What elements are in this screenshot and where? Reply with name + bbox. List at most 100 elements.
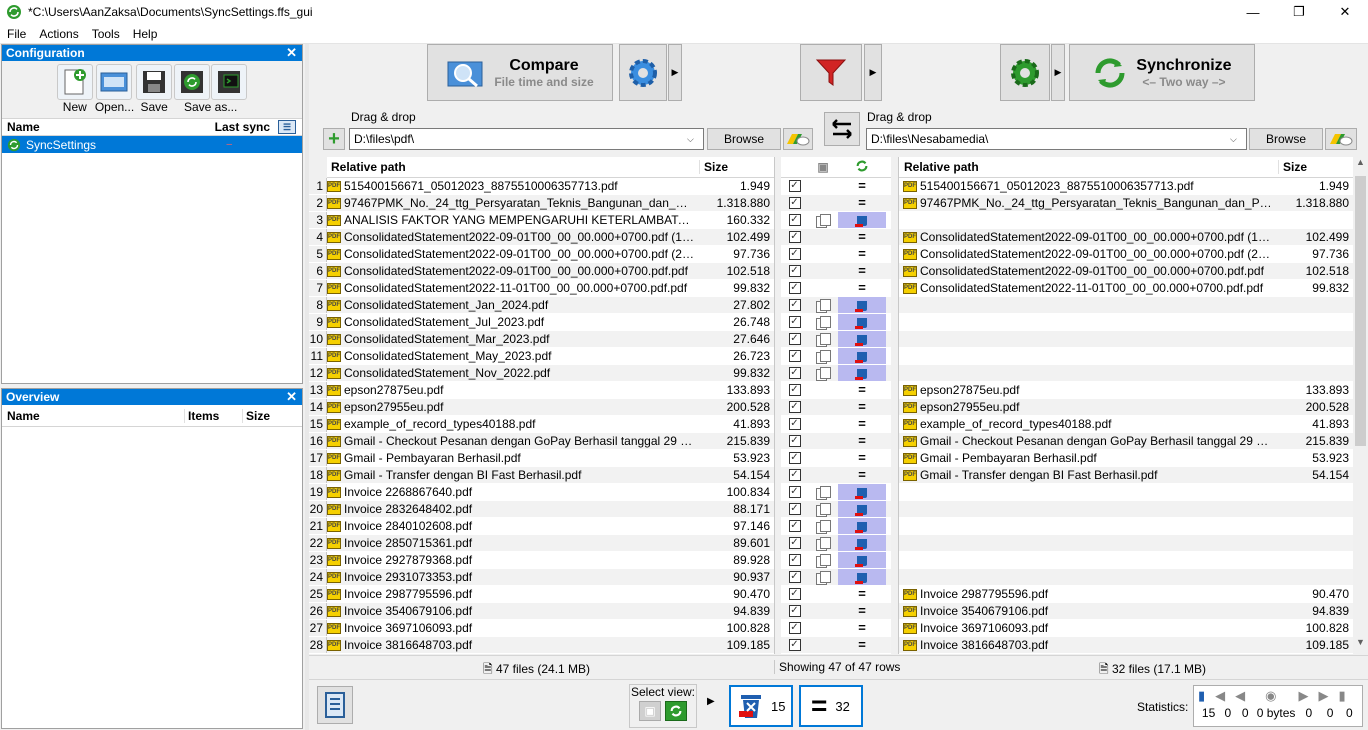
- action-row[interactable]: ✓ =: [781, 229, 891, 246]
- table-row[interactable]: PDF epson27875eu.pdf 133.893: [899, 382, 1353, 399]
- sync-action-cell[interactable]: =: [838, 263, 886, 279]
- action-row[interactable]: ✓: [781, 348, 891, 365]
- action-row[interactable]: ✓: [781, 552, 891, 569]
- list-options-icon[interactable]: ☰: [278, 120, 296, 134]
- table-row[interactable]: PDF Invoice 3816648703.pdf 109.185: [899, 637, 1353, 654]
- sync-action-cell[interactable]: =: [838, 195, 886, 211]
- sync-action-cell[interactable]: [838, 331, 886, 347]
- view-category-icon[interactable]: ▣: [639, 701, 661, 721]
- action-row[interactable]: ✓: [781, 297, 891, 314]
- table-row[interactable]: [899, 552, 1353, 569]
- left-folder-path[interactable]: D:\files\pdf\ ⌵: [349, 128, 704, 150]
- save-as-button[interactable]: Save as...: [174, 64, 248, 118]
- table-row[interactable]: [899, 501, 1353, 518]
- table-row[interactable]: 26 PDF Invoice 3540679106.pdf 94.839: [309, 603, 774, 620]
- table-row[interactable]: [899, 331, 1353, 348]
- sync-action-cell[interactable]: =: [838, 229, 886, 245]
- sync-action-cell[interactable]: =: [838, 450, 886, 466]
- table-row[interactable]: 16 PDF Gmail - Checkout Pesanan dengan GoP…: [309, 433, 774, 450]
- table-row[interactable]: 10 PDF ConsolidatedStatement_Mar_2023.pdf 2…: [309, 331, 774, 348]
- right-folder-path[interactable]: D:\files\Nesabamedia\ ⌵: [866, 128, 1247, 150]
- sync-action-cell[interactable]: [838, 484, 886, 500]
- include-checkbox[interactable]: ✓: [788, 588, 801, 600]
- table-row[interactable]: PDF ConsolidatedStatement2022-09-01T00_00…: [899, 246, 1353, 263]
- left-cloud-button[interactable]: [783, 128, 813, 150]
- right-col-size[interactable]: Size: [1279, 160, 1353, 174]
- table-row[interactable]: [899, 297, 1353, 314]
- action-row[interactable]: ✓ =: [781, 416, 891, 433]
- action-row[interactable]: ✓ =: [781, 382, 891, 399]
- include-checkbox[interactable]: ✓: [788, 622, 801, 634]
- table-row[interactable]: PDF 97467PMK_No._24_ttg_Persyaratan_Tekni…: [899, 195, 1353, 212]
- compare-dropdown-arrow[interactable]: ▶: [668, 44, 682, 101]
- action-row[interactable]: ✓ =: [781, 450, 891, 467]
- table-row[interactable]: 15 PDF example_of_record_types40188.pdf 41.…: [309, 416, 774, 433]
- table-row[interactable]: [899, 212, 1353, 229]
- minimize-button[interactable]: —: [1230, 0, 1276, 24]
- table-row[interactable]: 24 PDF Invoice 2931073353.pdf 90.937: [309, 569, 774, 586]
- table-row[interactable]: 1 PDF 515400156671_05012023_88755100063577…: [309, 178, 774, 195]
- pane-splitter[interactable]: [305, 44, 309, 730]
- scroll-down-arrow[interactable]: ▼: [1353, 637, 1368, 654]
- sync-action-cell[interactable]: =: [838, 637, 886, 653]
- sync-action-cell[interactable]: [838, 535, 886, 551]
- close-pane-icon[interactable]: ✕: [286, 45, 302, 61]
- table-row[interactable]: 20 PDF Invoice 2832648402.pdf 88.171: [309, 501, 774, 518]
- menu-file[interactable]: File: [0, 27, 32, 41]
- sync-action-cell[interactable]: =: [838, 382, 886, 398]
- include-checkbox[interactable]: ✓: [788, 554, 801, 566]
- include-checkbox[interactable]: ✓: [788, 316, 801, 328]
- toggle-log-button[interactable]: [317, 686, 353, 724]
- table-row[interactable]: PDF Gmail - Transfer dengan BI Fast Berha…: [899, 467, 1353, 484]
- table-row[interactable]: 21 PDF Invoice 2840102608.pdf 97.146: [309, 518, 774, 535]
- filter-button[interactable]: [800, 44, 862, 101]
- table-row[interactable]: PDF Invoice 3697106093.pdf 100.828: [899, 620, 1353, 637]
- sync-action-cell[interactable]: =: [838, 620, 886, 636]
- scroll-up-arrow[interactable]: ▲: [1353, 157, 1368, 174]
- include-checkbox[interactable]: ✓: [788, 180, 801, 192]
- table-row[interactable]: PDF 515400156671_05012023_887551000635771…: [899, 178, 1353, 195]
- overview-col-name[interactable]: Name: [2, 409, 184, 423]
- table-row[interactable]: PDF epson27955eu.pdf 200.528: [899, 399, 1353, 416]
- sync-action-cell[interactable]: =: [838, 416, 886, 432]
- left-col-path[interactable]: Relative path: [327, 160, 700, 174]
- action-row[interactable]: ✓ =: [781, 467, 891, 484]
- table-row[interactable]: 7 PDF ConsolidatedStatement2022-11-01T00_0…: [309, 280, 774, 297]
- action-row[interactable]: ✓ =: [781, 620, 891, 637]
- vertical-scrollbar[interactable]: ▲ ▼: [1353, 157, 1368, 654]
- sync-settings-button[interactable]: [1000, 44, 1050, 101]
- equal-filter-button[interactable]: = 32: [799, 685, 863, 727]
- action-row[interactable]: ✓: [781, 518, 891, 535]
- overview-col-size[interactable]: Size: [242, 408, 300, 423]
- action-row[interactable]: ✓ =: [781, 263, 891, 280]
- table-row[interactable]: 19 PDF Invoice 2268867640.pdf 100.834: [309, 484, 774, 501]
- include-checkbox[interactable]: ✓: [788, 452, 801, 464]
- table-row[interactable]: [899, 365, 1353, 382]
- sync-action-cell[interactable]: [838, 501, 886, 517]
- include-checkbox[interactable]: ✓: [788, 486, 801, 498]
- action-row[interactable]: ✓ =: [781, 195, 891, 212]
- right-browse-button[interactable]: Browse: [1249, 128, 1323, 150]
- action-row[interactable]: ✓: [781, 501, 891, 518]
- sync-action-cell[interactable]: [838, 314, 886, 330]
- table-row[interactable]: 11 PDF ConsolidatedStatement_May_2023.pdf 2…: [309, 348, 774, 365]
- swap-sides-button[interactable]: [824, 112, 860, 146]
- menu-tools[interactable]: Tools: [85, 27, 126, 41]
- include-checkbox[interactable]: ✓: [788, 333, 801, 345]
- right-col-path[interactable]: Relative path: [899, 160, 1279, 174]
- include-checkbox[interactable]: ✓: [788, 231, 801, 243]
- action-row[interactable]: ✓: [781, 569, 891, 586]
- action-row[interactable]: ✓: [781, 212, 891, 229]
- table-row[interactable]: PDF Gmail - Pembayaran Berhasil.pdf 53.923: [899, 450, 1353, 467]
- sync-direction-icon[interactable]: [838, 159, 886, 176]
- table-row[interactable]: PDF Gmail - Checkout Pesanan dengan GoPay…: [899, 433, 1353, 450]
- view-arrow[interactable]: ▶: [707, 696, 715, 707]
- action-row[interactable]: ✓ =: [781, 280, 891, 297]
- action-row[interactable]: ✓: [781, 331, 891, 348]
- sync-action-cell[interactable]: =: [838, 280, 886, 296]
- open-button[interactable]: Open...: [95, 64, 134, 118]
- table-row[interactable]: 3 PDF ANALISIS FAKTOR YANG MEMPENGARUHI KE…: [309, 212, 774, 229]
- action-row[interactable]: ✓ =: [781, 246, 891, 263]
- table-row[interactable]: PDF ConsolidatedStatement2022-11-01T00_00…: [899, 280, 1353, 297]
- compare-button[interactable]: Compare File time and size: [427, 44, 613, 101]
